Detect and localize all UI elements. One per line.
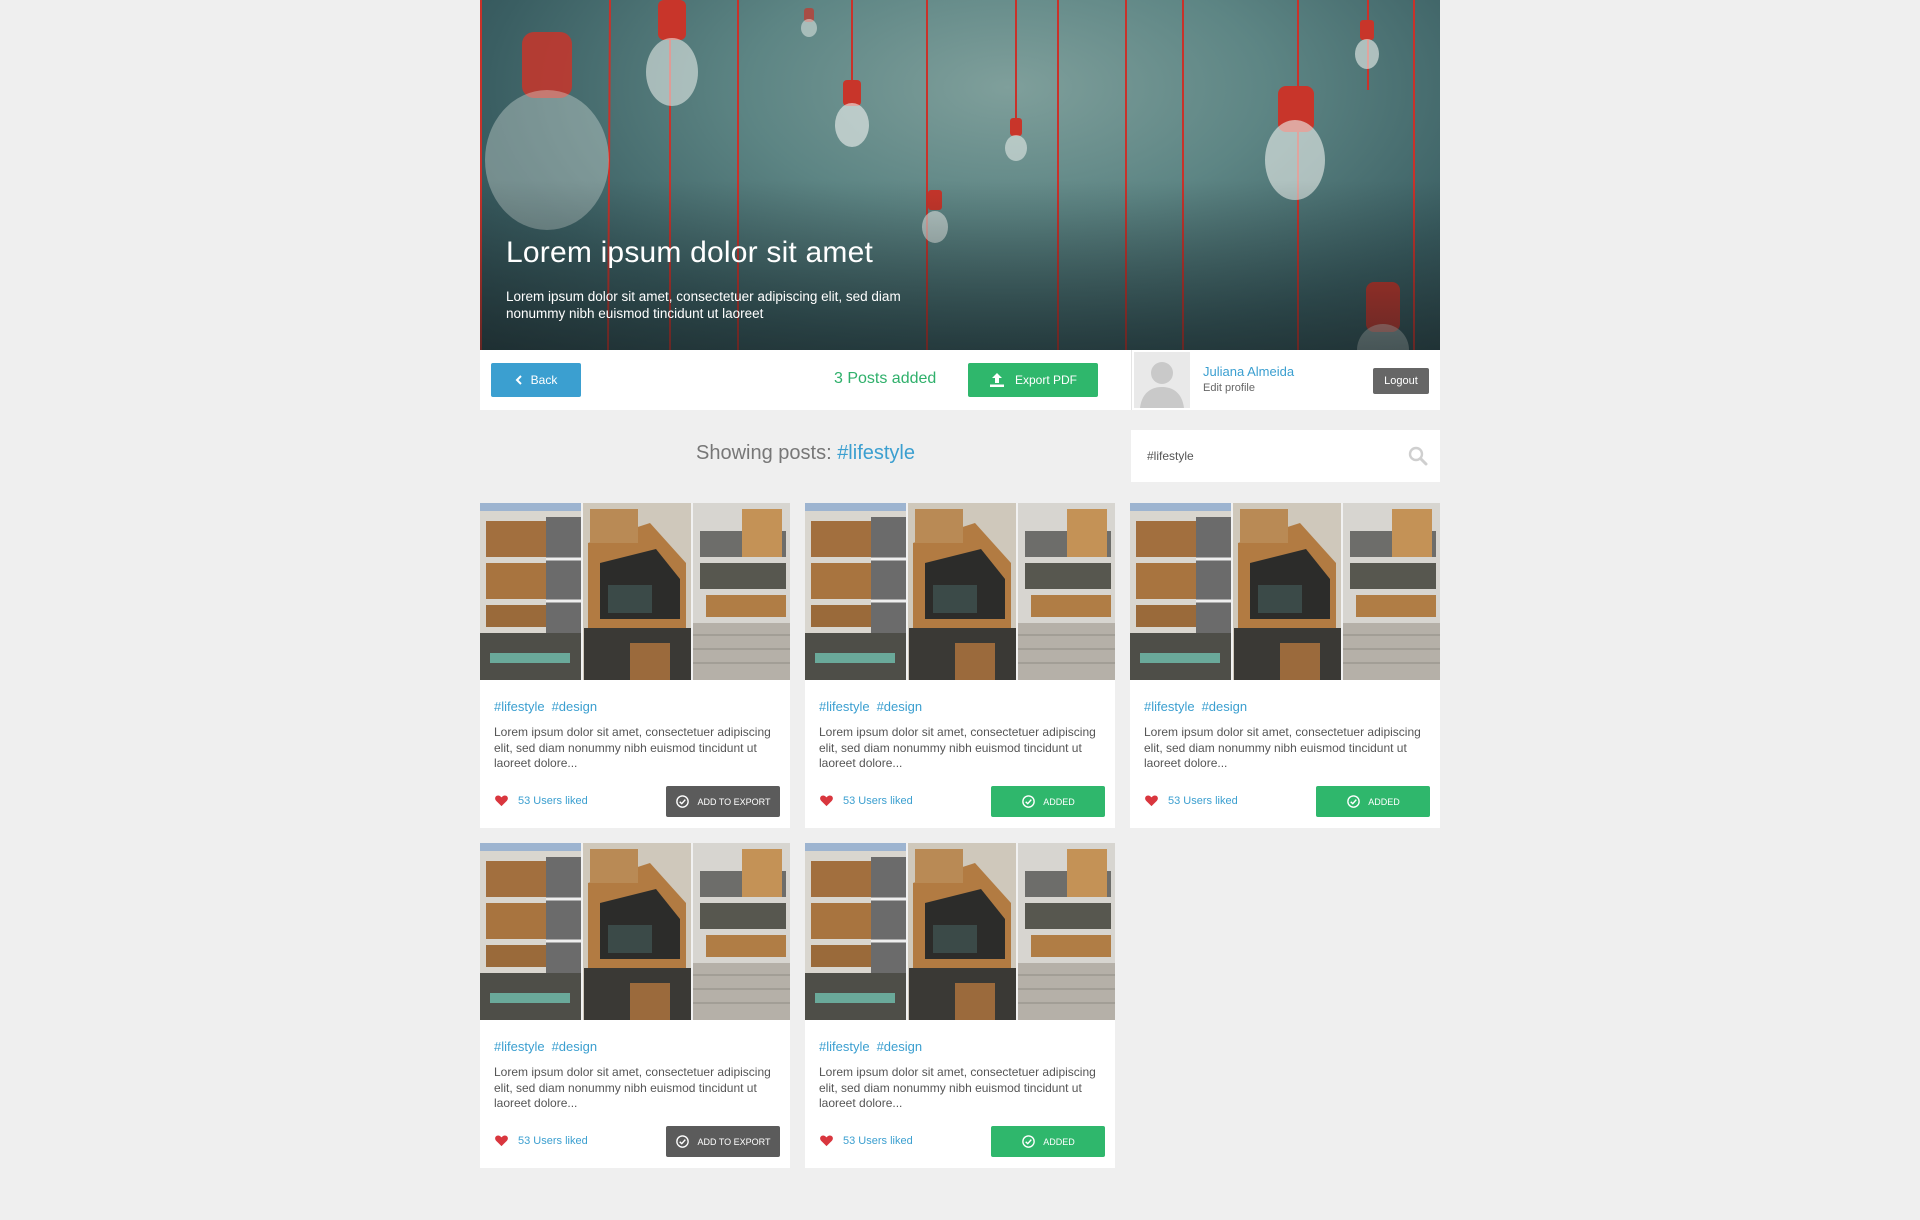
post-likes[interactable]: 53 Users liked	[819, 793, 913, 808]
post-image[interactable]	[1130, 503, 1440, 680]
post-tags: #lifestyle #design	[1144, 699, 1254, 714]
export-pdf-button[interactable]: Export PDF	[968, 363, 1098, 397]
post-tags: #lifestyle #design	[819, 1039, 929, 1054]
post-likes[interactable]: 53 Users liked	[494, 793, 588, 808]
back-button[interactable]: Back	[491, 363, 581, 397]
action-label: ADD TO EXPORT	[697, 796, 771, 807]
post-description: Lorem ipsum dolor sit amet, consectetuer…	[494, 1065, 771, 1110]
post-tag[interactable]: #lifestyle	[494, 699, 545, 714]
added-button[interactable]: ADDED	[991, 786, 1105, 817]
action-label: ADD TO EXPORT	[697, 1136, 771, 1147]
avatar[interactable]	[1134, 352, 1190, 408]
post-tag[interactable]: #lifestyle	[1144, 699, 1195, 714]
filter-heading: Showing posts: #lifestyle	[480, 442, 1131, 465]
post-likes[interactable]: 53 Users liked	[1144, 793, 1238, 808]
user-profile: Juliana Almeida Edit profile Logout	[1131, 350, 1440, 410]
action-label: ADDED	[1368, 796, 1400, 807]
post-tag[interactable]: #design	[1202, 699, 1248, 714]
post-image[interactable]	[480, 843, 790, 1020]
post-card: #lifestyle #design Lorem ipsum dolor sit …	[480, 843, 790, 1168]
post-likes[interactable]: 53 Users liked	[494, 1133, 588, 1148]
post-card: #lifestyle #design Lorem ipsum dolor sit …	[805, 843, 1115, 1168]
check-circle-icon	[1346, 794, 1361, 809]
post-image[interactable]	[805, 503, 1115, 680]
search-icon[interactable]	[1408, 446, 1428, 466]
logout-button[interactable]: Logout	[1373, 368, 1429, 394]
post-card: #lifestyle #design Lorem ipsum dolor sit …	[1130, 503, 1440, 828]
hero-banner: Lorem ipsum dolor sit amet Lorem ipsum d…	[480, 0, 1440, 350]
check-circle-icon	[675, 1134, 690, 1149]
post-tags: #lifestyle #design	[494, 1039, 604, 1054]
check-circle-icon	[675, 794, 690, 809]
edit-profile-link[interactable]: Edit profile	[1203, 382, 1255, 394]
check-circle-icon	[1021, 1134, 1036, 1149]
check-circle-icon	[1021, 794, 1036, 809]
upload-icon	[989, 373, 1004, 387]
likes-count: 53 Users liked	[518, 1134, 588, 1147]
post-description: Lorem ipsum dolor sit amet, consectetuer…	[819, 725, 1096, 770]
likes-count: 53 Users liked	[1168, 794, 1238, 807]
add-to-export-button[interactable]: ADD TO EXPORT	[666, 786, 780, 817]
user-icon	[1134, 352, 1190, 408]
post-likes[interactable]: 53 Users liked	[819, 1133, 913, 1148]
chevron-left-icon	[515, 375, 522, 385]
action-label: ADDED	[1043, 796, 1075, 807]
page-container: Lorem ipsum dolor sit amet Lorem ipsum d…	[480, 0, 1440, 1168]
post-tag[interactable]: #design	[877, 699, 923, 714]
post-tag[interactable]: #lifestyle	[819, 699, 870, 714]
likes-count: 53 Users liked	[518, 794, 588, 807]
post-card: #lifestyle #design Lorem ipsum dolor sit …	[805, 503, 1115, 828]
added-button[interactable]: ADDED	[991, 1126, 1105, 1157]
search-input[interactable]	[1131, 430, 1391, 482]
heart-icon	[819, 793, 834, 808]
heart-icon	[494, 1133, 509, 1148]
hero-subtitle: Lorem ipsum dolor sit amet, consectetuer…	[506, 289, 901, 321]
post-tag[interactable]: #lifestyle	[494, 1039, 545, 1054]
heart-icon	[1144, 793, 1159, 808]
post-tag[interactable]: #design	[552, 1039, 598, 1054]
post-tag[interactable]: #design	[877, 1039, 923, 1054]
posts-added-count: 3 Posts added	[834, 370, 937, 387]
post-tags: #lifestyle #design	[494, 699, 604, 714]
heart-icon	[819, 1133, 834, 1148]
toolbar: Back 3 Posts added Export PDF Juliana Al…	[480, 350, 1440, 410]
likes-count: 53 Users liked	[843, 794, 913, 807]
filter-prefix: Showing posts:	[695, 442, 832, 464]
post-tags: #lifestyle #design	[819, 699, 929, 714]
export-pdf-label: Export PDF	[1014, 373, 1077, 387]
post-image[interactable]	[805, 843, 1115, 1020]
likes-count: 53 Users liked	[843, 1134, 913, 1147]
hero-title: Lorem ipsum dolor sit amet	[506, 236, 874, 269]
filter-tag[interactable]: #lifestyle	[837, 442, 915, 464]
post-card: #lifestyle #design Lorem ipsum dolor sit …	[480, 503, 790, 828]
post-image[interactable]	[480, 503, 790, 680]
post-description: Lorem ipsum dolor sit amet, consectetuer…	[819, 1065, 1096, 1110]
post-tag[interactable]: #design	[552, 699, 598, 714]
back-button-label: Back	[530, 373, 558, 387]
search-box	[1131, 430, 1440, 482]
action-label: ADDED	[1043, 1136, 1075, 1147]
heart-icon	[494, 793, 509, 808]
user-name-link[interactable]: Juliana Almeida	[1203, 364, 1294, 379]
added-button[interactable]: ADDED	[1316, 786, 1430, 817]
post-tag[interactable]: #lifestyle	[819, 1039, 870, 1054]
add-to-export-button[interactable]: ADD TO EXPORT	[666, 1126, 780, 1157]
toolbar-actions: Back 3 Posts added Export PDF	[480, 350, 1131, 410]
post-description: Lorem ipsum dolor sit amet, consectetuer…	[1144, 725, 1421, 770]
post-description: Lorem ipsum dolor sit amet, consectetuer…	[494, 725, 771, 770]
